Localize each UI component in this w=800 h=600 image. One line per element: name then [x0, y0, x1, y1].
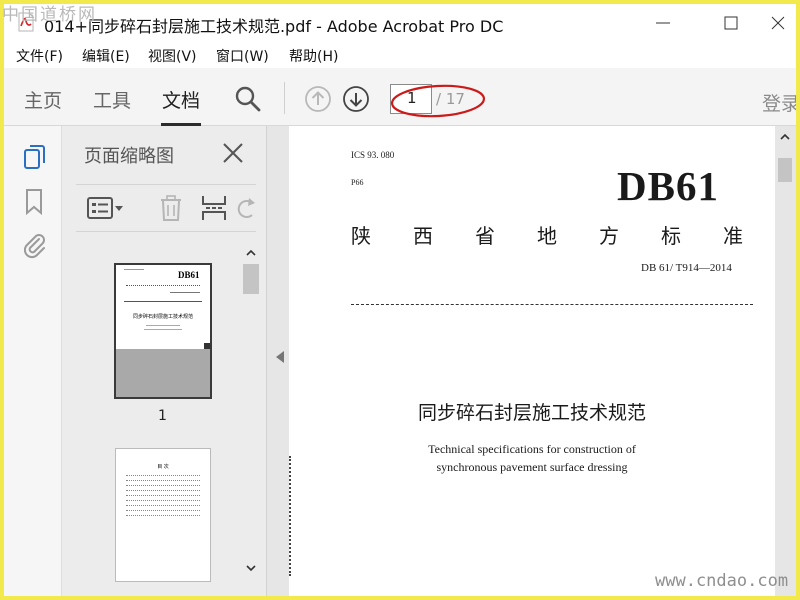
document-scrollbar[interactable] [776, 130, 794, 596]
bookmark-icon[interactable] [22, 188, 46, 216]
thumb-line [146, 325, 180, 326]
thumb-line [126, 500, 200, 502]
menu-file[interactable]: 文件(F) [16, 46, 63, 66]
ics-code: ICS 93. 080 [351, 150, 395, 160]
thumb-line [126, 485, 200, 487]
standard-type-char: 省 [475, 224, 495, 248]
main-toolbar: 主页 工具 文档 1 / 17 登录 [4, 68, 796, 126]
menu-view[interactable]: 视图(V) [148, 46, 197, 66]
thumbnail-page-number: 1 [158, 408, 167, 424]
thumb-line [126, 515, 200, 517]
thumb-line [126, 505, 200, 507]
menu-window[interactable]: 窗口(W) [216, 46, 269, 66]
tab-home[interactable]: 主页 [24, 86, 62, 113]
thumb-rule [124, 301, 202, 302]
page-thumbnails-icon[interactable] [22, 144, 48, 172]
arrow-down-circle-icon[interactable] [342, 85, 370, 113]
minimize-icon[interactable] [642, 10, 686, 36]
menu-edit[interactable]: 编辑(E) [82, 46, 130, 66]
page-edge-mark [289, 456, 294, 576]
toolbar-separator [284, 82, 285, 114]
thumbnail-options-icon[interactable] [86, 195, 126, 221]
thumbnail-panel: 页面缩略图 DB61 同步碎石封层施工技术规范 1 目 次 [62, 126, 267, 596]
menu-bar: 文件(F) 编辑(E) 视图(V) 窗口(W) 帮助(H) [4, 42, 796, 68]
tab-tools[interactable]: 工具 [93, 86, 131, 113]
arrow-up-circle-icon[interactable] [304, 85, 332, 113]
document-title-en: Technical specifications for constructio… [428, 442, 636, 456]
insert-page-icon[interactable] [200, 194, 228, 222]
delete-page-icon[interactable] [158, 194, 184, 222]
classification-code: P66 [351, 178, 364, 187]
close-icon[interactable] [756, 10, 796, 36]
thumb-resize-handle[interactable] [204, 343, 210, 349]
maximize-icon[interactable] [710, 10, 754, 36]
thumb-line [126, 480, 200, 482]
tab-document[interactable]: 文档 [162, 86, 200, 113]
thumb-line [170, 292, 200, 293]
thumb-line [126, 495, 200, 497]
standard-id: DB61 [617, 163, 719, 209]
acrobat-window: 014+同步碎石封层施工技术规范.pdf - Adobe Acrobat Pro… [4, 4, 796, 596]
standard-type-char: 标 [661, 224, 681, 248]
rotate-page-icon[interactable] [236, 195, 256, 221]
thumb-title: 同步碎石封层施工技术规范 [132, 314, 193, 320]
search-icon[interactable] [234, 85, 262, 113]
thumbnail-list: DB61 同步碎石封层施工技术规范 1 目 次 [62, 238, 267, 596]
menu-help[interactable]: 帮助(H) [289, 46, 338, 66]
thumb-line [126, 285, 200, 288]
thumb-line [126, 475, 200, 477]
thumb-line [126, 510, 200, 512]
left-navigation-rail [4, 126, 62, 596]
thumbnail-scrollbar[interactable] [242, 246, 260, 596]
watermark-bottom: www.cndao.com [655, 571, 789, 591]
standard-type-char: 西 [413, 224, 433, 248]
thumb-toc-title: 目 次 [157, 464, 169, 470]
document-viewer[interactable]: ICS 93. 080 P66 DB61 陕 西 省 地 方 标 准 DB 61… [267, 126, 796, 596]
login-button[interactable]: 登录 [762, 89, 796, 116]
standard-number: DB 61/ T914—2014 [641, 262, 732, 274]
thumb-line [144, 329, 182, 330]
standard-type-char: 方 [599, 224, 619, 248]
title-bar: 014+同步碎石封层施工技术规范.pdf - Adobe Acrobat Pro… [4, 4, 796, 42]
document-title-en: synchronous pavement surface dressing [436, 460, 628, 474]
panel-title: 页面缩略图 [84, 146, 174, 167]
window-title: 014+同步碎石封层施工技术规范.pdf - Adobe Acrobat Pro… [44, 17, 504, 36]
thumb-line [124, 269, 144, 270]
red-annotation-ellipse [390, 84, 486, 118]
header-rule [351, 304, 753, 305]
watermark-top: 中国道桥网 [2, 5, 97, 25]
thumb-line [126, 490, 200, 492]
collapse-panel-icon[interactable] [275, 350, 285, 364]
thumbnail-page-2[interactable]: 目 次 [115, 448, 211, 582]
document-title: 同步碎石封层施工技术规范 [417, 402, 646, 424]
thumb-header: DB61 [178, 270, 200, 280]
close-panel-icon[interactable] [222, 142, 244, 164]
standard-type-char: 准 [723, 224, 743, 248]
thumb-page-lower-area [116, 349, 210, 397]
thumbnail-toolbar [76, 184, 256, 232]
standard-type: 陕 西 省 地 方 标 准 [345, 220, 745, 248]
pdf-page: ICS 93. 080 P66 DB61 陕 西 省 地 方 标 准 DB 61… [289, 126, 775, 596]
standard-type-char: 陕 [351, 224, 371, 248]
thumbnail-page-1[interactable]: DB61 同步碎石封层施工技术规范 [114, 263, 212, 399]
attachment-icon[interactable] [22, 232, 48, 260]
standard-type-char: 地 [537, 224, 557, 248]
